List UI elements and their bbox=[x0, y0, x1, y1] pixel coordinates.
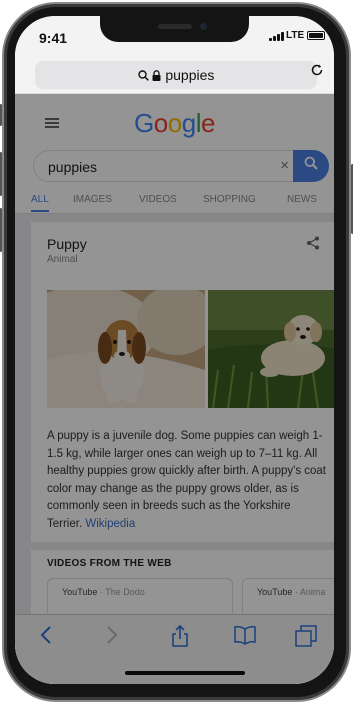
lock-icon bbox=[152, 67, 165, 83]
search-icon bbox=[137, 67, 153, 83]
mute-switch bbox=[0, 104, 2, 126]
notch bbox=[100, 16, 249, 42]
network-type: LTE bbox=[286, 30, 305, 41]
volume-up-button bbox=[0, 152, 2, 196]
signal-icon bbox=[269, 31, 284, 41]
url-field[interactable]: puppies bbox=[35, 61, 317, 89]
status-time: 9:41 bbox=[39, 30, 68, 46]
front-camera bbox=[200, 23, 207, 30]
phone-screen: 9:41 LTE puppies Google puppies × ALL IM… bbox=[15, 16, 334, 684]
volume-down-button bbox=[0, 208, 2, 252]
battery-icon bbox=[307, 31, 325, 40]
url-display: puppies bbox=[35, 67, 317, 83]
speaker bbox=[158, 24, 192, 29]
web-content: Google puppies × ALL IMAGES VIDEOS SHOPP… bbox=[15, 94, 334, 684]
reload-icon[interactable] bbox=[310, 63, 324, 81]
dim-overlay bbox=[15, 94, 334, 684]
url-text: puppies bbox=[165, 67, 215, 83]
address-bar: puppies bbox=[15, 58, 334, 94]
